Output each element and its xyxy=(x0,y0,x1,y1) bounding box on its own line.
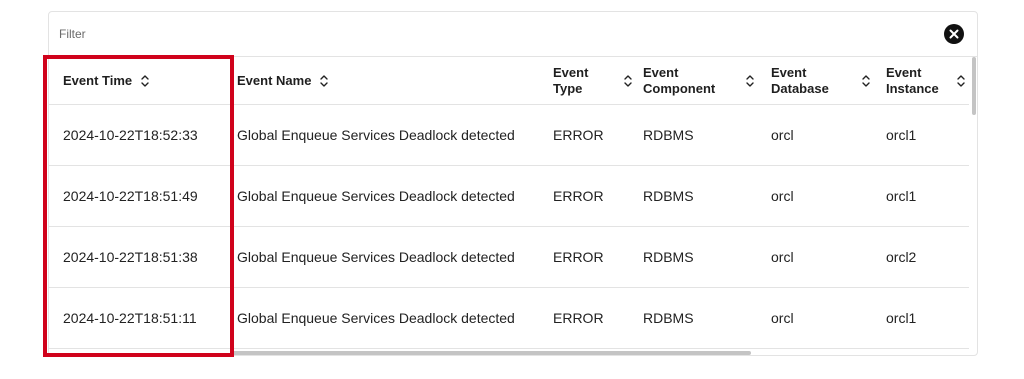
close-circle-icon[interactable] xyxy=(944,24,964,44)
cell-event-instance: orcl1 xyxy=(886,127,917,143)
column-header-label: Event Database xyxy=(771,64,829,96)
column-header-event-component[interactable]: Event Component xyxy=(643,57,755,104)
sort-updown-icon[interactable] xyxy=(319,74,329,88)
column-header-label: Event Instance xyxy=(886,64,939,96)
events-table: Event Time Event Name Event Type Event C… xyxy=(49,57,969,349)
table-row[interactable]: 2024-10-22T18:51:38 Global Enqueue Servi… xyxy=(49,227,969,288)
cell-event-component: RDBMS xyxy=(643,188,694,204)
cell-event-database: orcl xyxy=(771,127,794,143)
cell-event-component: RDBMS xyxy=(643,310,694,326)
column-header-label: Event Time xyxy=(63,72,133,88)
cell-event-component: RDBMS xyxy=(643,127,694,143)
cell-event-instance: orcl1 xyxy=(886,188,917,204)
cell-event-time: 2024-10-22T18:51:49 xyxy=(63,188,198,204)
horizontal-scrollbar[interactable] xyxy=(231,351,751,355)
table-row[interactable]: 2024-10-22T18:52:33 Global Enqueue Servi… xyxy=(49,105,969,166)
column-header-event-instance[interactable]: Event Instance xyxy=(886,57,966,104)
sort-updown-icon[interactable] xyxy=(745,74,755,88)
sort-updown-icon[interactable] xyxy=(623,74,633,88)
cell-event-database: orcl xyxy=(771,249,794,265)
table-row[interactable]: 2024-10-22T18:51:11 Global Enqueue Servi… xyxy=(49,288,969,349)
table-row[interactable]: 2024-10-22T18:51:49 Global Enqueue Servi… xyxy=(49,166,969,227)
cell-event-type: ERROR xyxy=(553,249,604,265)
cell-event-time: 2024-10-22T18:51:11 xyxy=(63,310,197,326)
column-header-event-database[interactable]: Event Database xyxy=(771,57,871,104)
cell-event-instance: orcl2 xyxy=(886,249,917,265)
cell-event-time: 2024-10-22T18:52:33 xyxy=(63,127,198,143)
cell-event-name: Global Enqueue Services Deadlock detecte… xyxy=(237,310,515,326)
column-header-event-name[interactable]: Event Name xyxy=(237,57,329,104)
cell-event-type: ERROR xyxy=(553,188,604,204)
column-header-label: Event Component xyxy=(643,64,716,96)
cell-event-component: RDBMS xyxy=(643,249,694,265)
filter-placeholder: Filter xyxy=(59,27,86,41)
table-header-row: Event Time Event Name Event Type Event C… xyxy=(49,57,969,105)
cell-event-type: ERROR xyxy=(553,310,604,326)
cell-event-database: orcl xyxy=(771,310,794,326)
events-panel: Filter Event Time Event Name Event Type … xyxy=(48,11,978,356)
sort-updown-icon[interactable] xyxy=(956,74,966,88)
cell-event-instance: orcl1 xyxy=(886,310,917,326)
cell-event-time: 2024-10-22T18:51:38 xyxy=(63,249,198,265)
filter-bar[interactable]: Filter xyxy=(49,12,977,57)
cell-event-type: ERROR xyxy=(553,127,604,143)
sort-updown-icon[interactable] xyxy=(861,74,871,88)
cell-event-name: Global Enqueue Services Deadlock detecte… xyxy=(237,249,515,265)
vertical-scrollbar[interactable] xyxy=(972,57,976,115)
cell-event-name: Global Enqueue Services Deadlock detecte… xyxy=(237,127,515,143)
column-header-event-time[interactable]: Event Time xyxy=(63,57,150,104)
column-header-label: Event Name xyxy=(237,72,312,88)
sort-updown-icon[interactable] xyxy=(140,74,150,88)
column-header-label: Event Type xyxy=(553,64,589,96)
cell-event-database: orcl xyxy=(771,188,794,204)
cell-event-name: Global Enqueue Services Deadlock detecte… xyxy=(237,188,515,204)
column-header-event-type[interactable]: Event Type xyxy=(553,57,633,104)
